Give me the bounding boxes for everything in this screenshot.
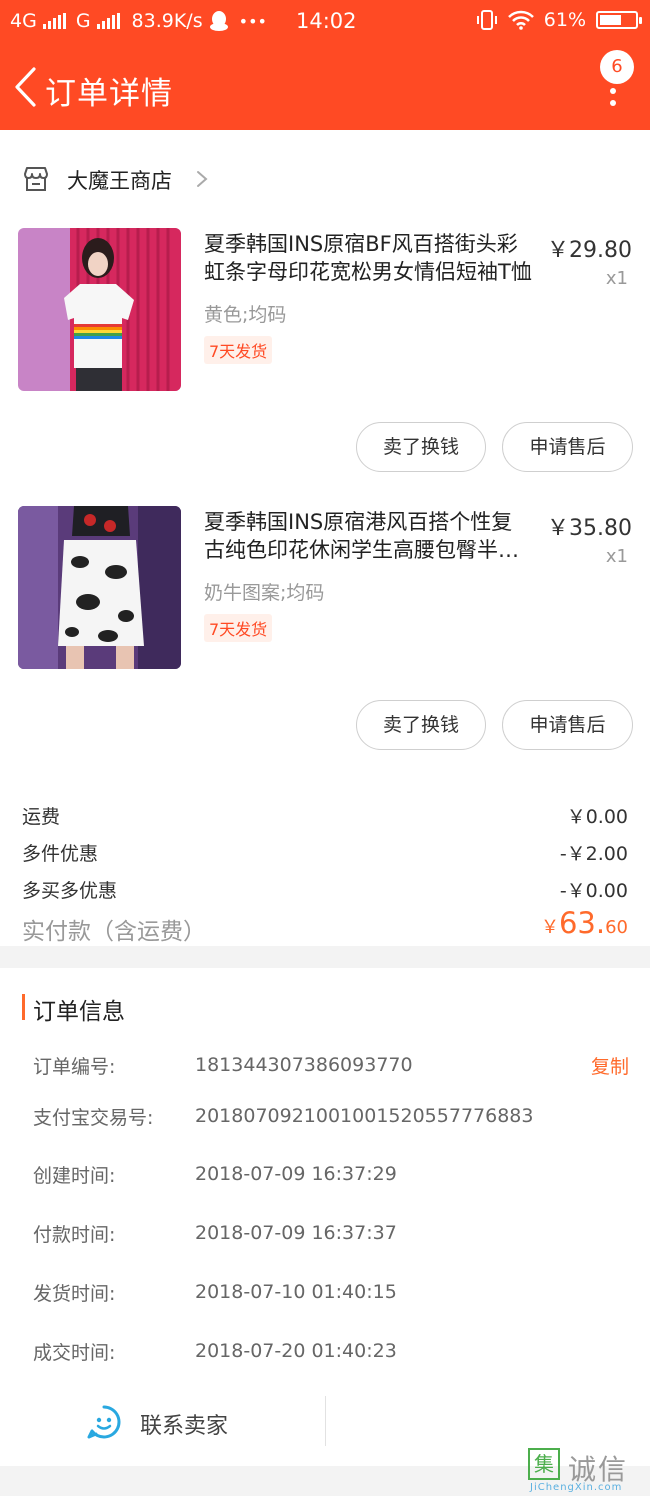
- copy-button[interactable]: 复制: [591, 1052, 629, 1079]
- heading-accent-bar: [22, 994, 25, 1020]
- watermark-url: JiChengXin.com: [530, 1482, 623, 1493]
- order-item: 夏季韩国INS原宿港风百搭个性复古纯色印花休闲学生高腰包臀半身裙 ￥35.80 …: [0, 506, 650, 756]
- top-bar: 4G G 83.9K/s ••• 14:02 61% 订单详情 6: [0, 0, 650, 130]
- info-value: 2018-07-09 16:37:37: [195, 1222, 397, 1244]
- item-title[interactable]: 夏季韩国INS原宿港风百搭个性复古纯色印花休闲学生高腰包臀半身裙: [204, 508, 532, 564]
- chat-face-icon: [87, 1405, 121, 1439]
- wifi-icon: [507, 10, 534, 30]
- qq-icon: [209, 11, 228, 31]
- summary-label: 运费: [22, 806, 61, 828]
- shop-row[interactable]: 大魔王商店: [0, 150, 650, 208]
- sell-button[interactable]: 卖了换钱: [356, 422, 486, 472]
- multi-item-discount-row: 多件优惠 -￥2.00: [22, 839, 628, 866]
- summary-value: -￥2.00: [559, 843, 628, 865]
- signal-icon: [42, 13, 66, 29]
- order-info-title: 订单信息: [33, 999, 125, 1025]
- summary-label: 多买多优惠: [22, 880, 118, 902]
- watermark: 集 诚信 JiChengXin.com: [528, 1448, 644, 1494]
- back-icon[interactable]: [12, 66, 38, 108]
- info-label: 创建时间:: [33, 1165, 116, 1187]
- message-badge[interactable]: 6: [600, 50, 634, 84]
- chevron-right-icon: [197, 171, 208, 187]
- summary-value: ￥0.00: [566, 806, 628, 828]
- vibrate-icon: [476, 10, 497, 30]
- more-notifications: •••: [238, 11, 267, 31]
- product-image[interactable]: [18, 228, 181, 391]
- total-integer: 63.: [558, 906, 606, 940]
- item-sku: 奶牛图案;均码: [204, 582, 325, 604]
- after-sale-button[interactable]: 申请售后: [502, 422, 633, 472]
- watermark-logo: 集: [528, 1448, 560, 1480]
- product-image[interactable]: [18, 506, 181, 669]
- total-currency: ￥: [540, 917, 559, 938]
- total-decimal: 60: [605, 917, 628, 938]
- network-4g-label: 4G: [10, 10, 37, 32]
- nav-bar: 订单详情 6: [0, 50, 650, 122]
- item-price: ￥35.80: [547, 516, 632, 541]
- shipping-tag: 7天发货: [204, 336, 273, 364]
- item-title[interactable]: 夏季韩国INS原宿BF风百搭街头彩虹条字母印花宽松男女情侣短袖T恤: [204, 230, 532, 286]
- info-value: 2018-07-20 01:40:23: [195, 1340, 397, 1362]
- order-item: 夏季韩国INS原宿BF风百搭街头彩虹条字母印花宽松男女情侣短袖T恤 ￥29.80…: [0, 228, 650, 478]
- shipping-tag: 7天发货: [204, 614, 273, 642]
- info-value: 2018070921001001520557776883: [195, 1105, 534, 1127]
- battery-percent: 61%: [543, 9, 586, 31]
- store-icon: [24, 167, 48, 191]
- battery-icon: [596, 11, 642, 29]
- status-bar: 4G G 83.9K/s ••• 14:02 61%: [0, 0, 650, 46]
- item-quantity: x1: [605, 546, 628, 567]
- info-label: 发货时间:: [33, 1283, 116, 1305]
- buy-more-discount-row: 多买多优惠 -￥0.00: [22, 876, 628, 903]
- info-label: 订单编号:: [33, 1056, 116, 1078]
- info-value: 181344307386093770: [195, 1054, 413, 1076]
- info-value: 2018-07-10 01:40:15: [195, 1281, 397, 1303]
- item-sku: 黄色;均码: [204, 304, 287, 326]
- info-label: 成交时间:: [33, 1342, 116, 1364]
- summary-value: -￥0.00: [559, 880, 628, 902]
- contact-seller-button[interactable]: 联系卖家: [86, 1402, 286, 1442]
- item-price: ￥29.80: [547, 238, 632, 263]
- info-label: 付款时间:: [33, 1224, 116, 1246]
- shop-name[interactable]: 大魔王商店: [67, 165, 172, 195]
- total-amount: ￥63.60: [541, 906, 628, 940]
- total-paid-row: 实付款（含运费） ￥63.60: [22, 906, 628, 946]
- vertical-divider: [325, 1396, 326, 1446]
- contact-seller-label: 联系卖家: [140, 1414, 229, 1439]
- total-label: 实付款（含运费）: [22, 919, 206, 945]
- shipping-fee-row: 运费 ￥0.00: [22, 802, 628, 829]
- after-sale-button[interactable]: 申请售后: [502, 700, 633, 750]
- summary-label: 多件优惠: [22, 843, 99, 865]
- network-speed: 83.9K/s: [131, 10, 203, 32]
- info-value: 2018-07-09 16:37:29: [195, 1163, 397, 1185]
- signal-icon-2: [96, 13, 120, 29]
- sell-button[interactable]: 卖了换钱: [356, 700, 486, 750]
- network-g-label: G: [75, 10, 91, 32]
- clock: 14:02: [296, 9, 357, 33]
- section-divider: [0, 946, 650, 968]
- item-quantity: x1: [605, 268, 628, 289]
- info-label: 支付宝交易号:: [33, 1107, 154, 1129]
- page-title: 订单详情: [45, 76, 173, 112]
